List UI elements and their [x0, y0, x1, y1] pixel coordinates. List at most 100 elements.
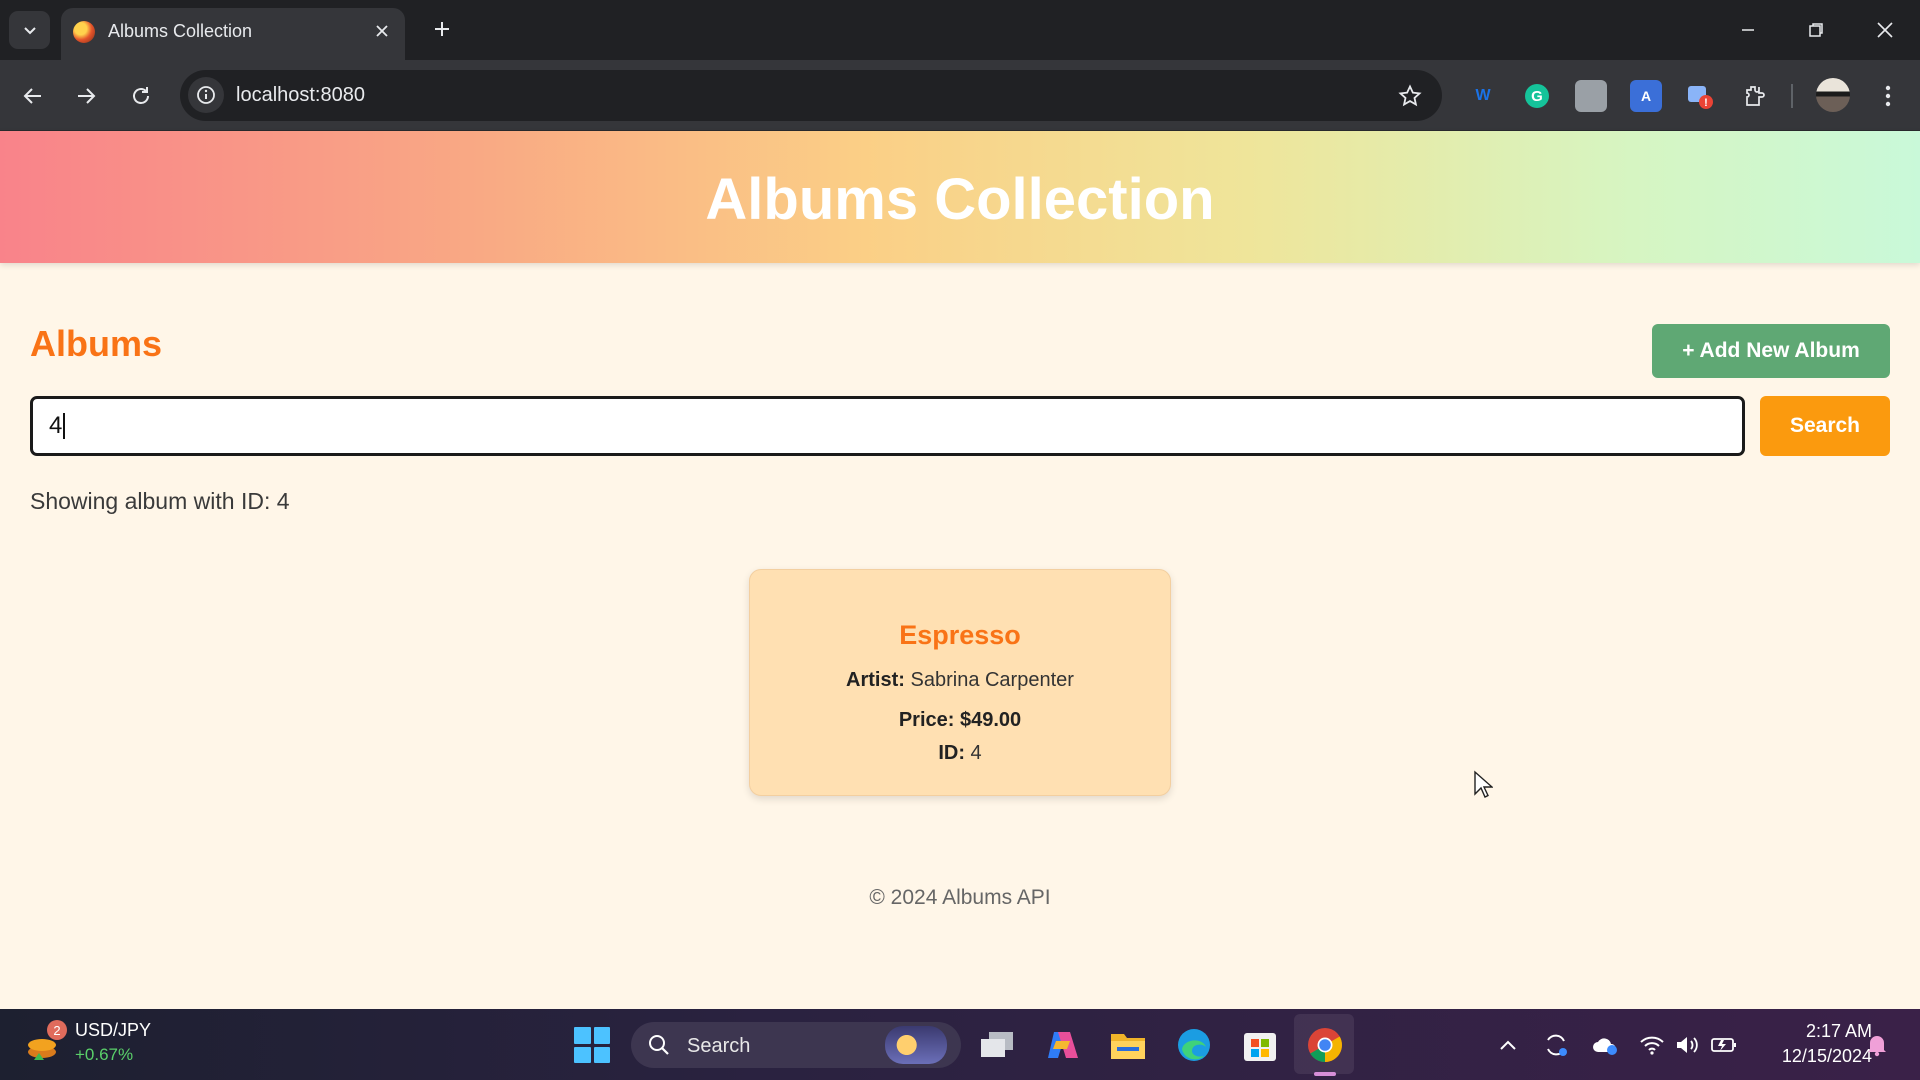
- task-view-button[interactable]: [977, 1025, 1017, 1065]
- windows-start-button[interactable]: [574, 1027, 610, 1063]
- album-card: Espresso Artist: Sabrina Carpenter Price…: [749, 569, 1171, 796]
- page-title: Albums Collection: [705, 166, 1215, 232]
- new-tab-button[interactable]: [425, 12, 459, 46]
- address-bar[interactable]: localhost:8080: [180, 70, 1442, 121]
- extensions-icon: [1746, 86, 1765, 106]
- album-id-search-input[interactable]: 4: [30, 396, 1745, 456]
- svg-text:G: G: [1531, 88, 1543, 105]
- extensions-button[interactable]: [1738, 80, 1770, 112]
- mouse-cursor-icon: [1474, 770, 1493, 798]
- back-button[interactable]: [15, 78, 51, 114]
- menu-dots-icon: [1885, 85, 1891, 107]
- text-caret: [63, 413, 66, 439]
- widget-currency-change: +0.67%: [75, 1045, 134, 1064]
- clock-date: 12/15/2024: [1781, 1046, 1872, 1066]
- search-icon: [649, 1035, 669, 1055]
- battery-icon: [1711, 1038, 1736, 1052]
- copilot-icon: [1048, 1032, 1078, 1058]
- volume-icon: [1677, 1037, 1698, 1053]
- id-label: ID:: [938, 742, 965, 764]
- page-banner: Albums Collection: [0, 131, 1920, 263]
- minimize-button[interactable]: [1723, 8, 1773, 52]
- taskbar-search-box[interactable]: Search: [631, 1022, 961, 1068]
- sync-icon: [1547, 1034, 1567, 1056]
- album-artist-line: Artist: Sabrina Carpenter: [750, 669, 1170, 692]
- album-price-line: Price: $49.00: [750, 709, 1170, 732]
- search-highlight-image: [885, 1026, 947, 1064]
- search-button[interactable]: Search: [1760, 396, 1890, 456]
- tab-search-button[interactable]: [9, 11, 50, 49]
- battery-tray-button[interactable]: [1710, 1031, 1738, 1059]
- show-hidden-icons-button[interactable]: [1494, 1031, 1522, 1059]
- search-status-text: Showing album with ID: 4: [30, 488, 290, 514]
- store-icon: [1244, 1033, 1276, 1061]
- add-new-album-button[interactable]: + Add New Album: [1652, 324, 1890, 378]
- sync-tray-button[interactable]: [1542, 1031, 1570, 1059]
- browser-toolbar: localhost:8080 W G A !: [0, 60, 1920, 131]
- restore-icon: [1809, 23, 1823, 37]
- chevron-down-icon: [23, 27, 36, 35]
- forward-arrow-icon: [78, 88, 96, 104]
- browser-menu-button[interactable]: [1872, 80, 1904, 112]
- notifications-button[interactable]: [1863, 1031, 1891, 1059]
- bookmark-button[interactable]: [1396, 82, 1424, 110]
- close-icon: [376, 25, 388, 37]
- price-label: Price:: [898, 709, 955, 731]
- plus-icon: [435, 22, 449, 36]
- forward-button[interactable]: [68, 78, 104, 114]
- back-arrow-icon: [23, 88, 41, 104]
- window-close-button[interactable]: [1860, 8, 1910, 52]
- chrome-taskbar-button[interactable]: [1305, 1025, 1345, 1065]
- extension-w-icon[interactable]: W: [1467, 80, 1499, 112]
- widget-badge: 2: [47, 1020, 67, 1040]
- bell-icon: [1868, 1036, 1886, 1057]
- reload-icon: [133, 87, 149, 104]
- chrome-icon: [1308, 1028, 1342, 1062]
- minimize-icon: [1742, 29, 1754, 31]
- album-price: $49.00: [959, 709, 1022, 731]
- onedrive-tray-button[interactable]: [1591, 1031, 1619, 1059]
- browser-tab[interactable]: Albums Collection: [61, 8, 405, 60]
- copilot-button[interactable]: [1042, 1025, 1082, 1065]
- edge-icon: [1178, 1029, 1210, 1061]
- windows-taskbar: 2 USD/JPY +0.67% Search 2:17 AM 12/15/20…: [0, 1009, 1920, 1080]
- tab-title: Albums Collection: [108, 21, 253, 41]
- browser-tab-bar: Albums Collection: [0, 0, 1920, 60]
- albums-section-heading: Albums: [30, 323, 163, 364]
- site-info-icon: [197, 86, 215, 104]
- cloud-icon: [1593, 1038, 1617, 1055]
- svg-text:!: !: [1704, 97, 1708, 109]
- grammarly-extension-icon[interactable]: G: [1521, 80, 1553, 112]
- favicon-icon: [73, 21, 95, 43]
- edge-browser-button[interactable]: [1174, 1025, 1214, 1065]
- windows-start-icon: [574, 1027, 591, 1044]
- chevron-up-icon: [1500, 1040, 1516, 1050]
- tab-close-button[interactable]: [369, 18, 395, 44]
- folder-icon: [1111, 1034, 1145, 1059]
- album-title: Espresso: [899, 620, 1021, 650]
- wifi-tray-button[interactable]: [1638, 1031, 1666, 1059]
- album-id: 4: [970, 742, 982, 764]
- profile-avatar[interactable]: [1816, 78, 1850, 112]
- search-input-value: 4: [49, 412, 63, 439]
- site-info-button[interactable]: [188, 77, 224, 113]
- widget-currency-pair: USD/JPY: [75, 1020, 152, 1040]
- extension-alert-icon[interactable]: !: [1684, 80, 1716, 112]
- album-artist: Sabrina Carpenter: [910, 669, 1074, 691]
- page-footer: © 2024 Albums API: [869, 886, 1051, 909]
- url-text[interactable]: localhost:8080: [236, 84, 365, 107]
- bookmark-star-icon: [1398, 84, 1422, 107]
- active-app-indicator: [1314, 1072, 1336, 1076]
- file-explorer-button[interactable]: [1108, 1025, 1148, 1065]
- restore-button[interactable]: [1791, 8, 1841, 52]
- extension-puzzle-grey-icon[interactable]: [1575, 80, 1607, 112]
- volume-tray-button[interactable]: [1673, 1031, 1701, 1059]
- reload-button[interactable]: [123, 78, 159, 114]
- microsoft-store-button[interactable]: [1240, 1025, 1280, 1065]
- clock-time: 2:17 AM: [1805, 1021, 1872, 1041]
- artist-label: Artist:: [846, 669, 905, 691]
- translate-extension-icon[interactable]: A: [1630, 80, 1662, 112]
- toolbar-separator: [1791, 84, 1793, 108]
- task-view-icon: [981, 1032, 1013, 1057]
- system-clock[interactable]: 2:17 AM 12/15/2024: [1752, 1019, 1872, 1069]
